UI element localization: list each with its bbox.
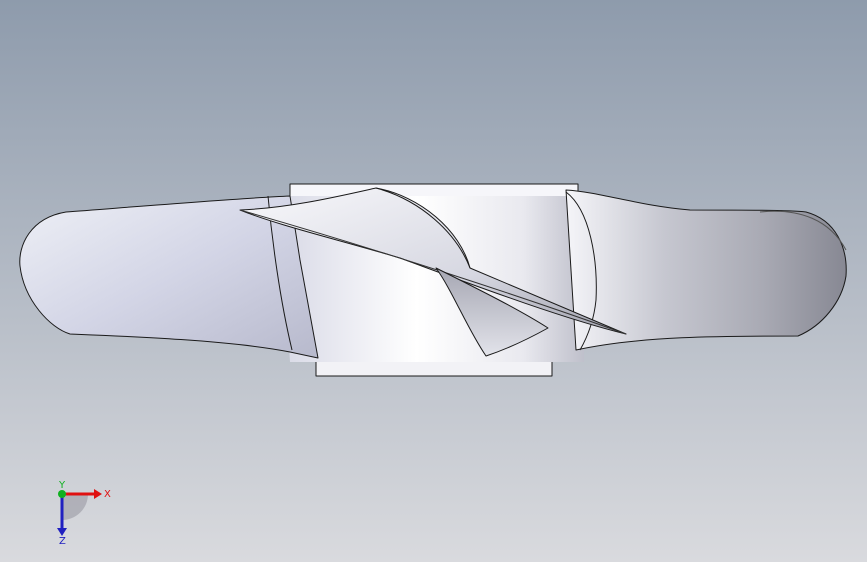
- z-axis-label: Z: [59, 536, 66, 546]
- x-axis-arrow: [94, 489, 102, 499]
- y-axis-label: Y: [58, 480, 66, 491]
- model-view[interactable]: [0, 0, 867, 562]
- graphics-viewport[interactable]: X Y Z: [0, 0, 867, 562]
- x-axis-label: X: [104, 489, 111, 500]
- axis-triad: X Y Z: [57, 480, 111, 546]
- y-axis-arrow: [58, 490, 66, 498]
- z-axis-arrow: [57, 528, 67, 536]
- triad-shadow: [62, 494, 88, 520]
